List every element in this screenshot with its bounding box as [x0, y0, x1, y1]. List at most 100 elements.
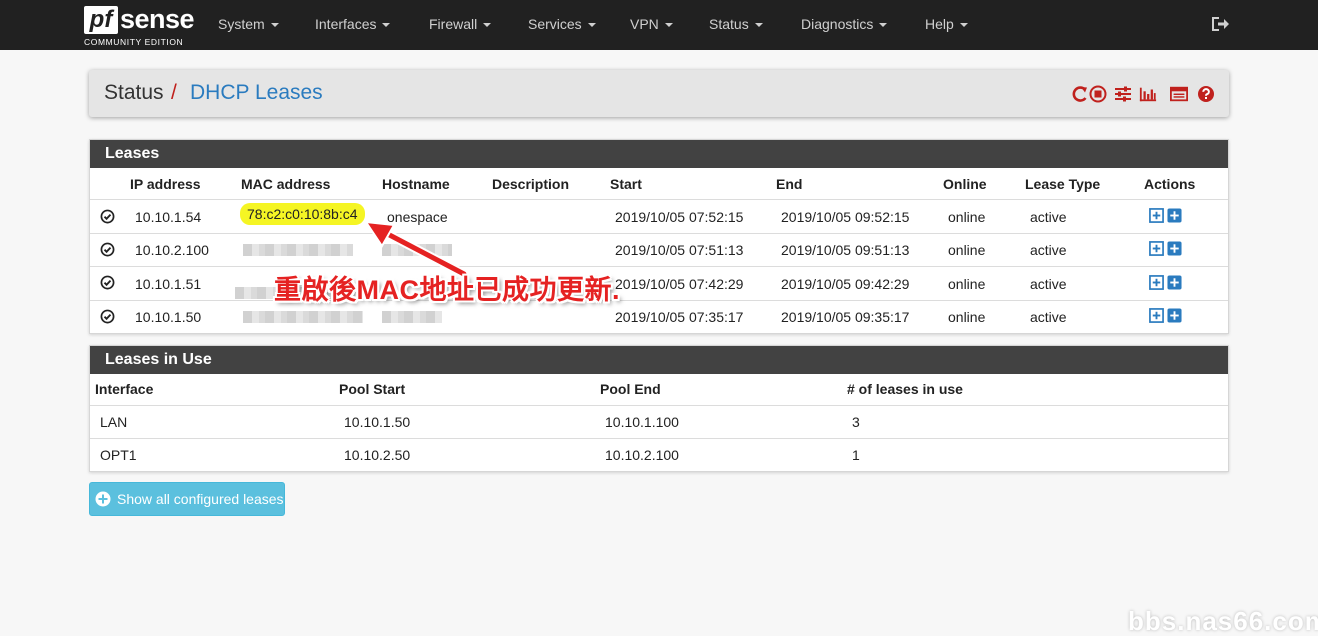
col-interface[interactable]: Interface: [95, 381, 153, 397]
nav-menu-label: Diagnostics: [801, 16, 874, 32]
check-circle-icon: [100, 209, 115, 224]
logout-icon[interactable]: [1210, 14, 1230, 34]
nav-menu-label: Help: [925, 16, 954, 32]
lease-ip: 10.10.2.100: [135, 242, 209, 258]
add-static-mapping-icon[interactable]: [1149, 275, 1164, 290]
blurred-mac: [243, 244, 353, 256]
nav-menu-diagnostics[interactable]: Diagnostics: [801, 0, 888, 50]
nav-menu-status[interactable]: Status: [709, 0, 763, 50]
col-hostname[interactable]: Hostname: [382, 176, 450, 192]
check-circle-icon: [100, 242, 115, 257]
lease-type: active: [1030, 242, 1067, 258]
nav-menu-label: Services: [528, 16, 582, 32]
col-ip-address[interactable]: IP address: [130, 176, 201, 192]
col-pool-start[interactable]: Pool Start: [339, 381, 405, 397]
breadcrumb-parent[interactable]: Status: [104, 81, 164, 105]
plus-circle-icon: [95, 491, 111, 507]
add-static-mapping-icon[interactable]: [1149, 241, 1164, 256]
mac-highlight: 78:c2:c0:10:8b:c4: [240, 203, 365, 225]
check-circle-icon: [100, 309, 115, 324]
pool-start: 10.10.1.50: [344, 414, 411, 430]
pool-lease-count: 3: [852, 414, 860, 430]
breadcrumb-bar: Status / DHCP Leases: [89, 70, 1229, 117]
logo-edition-text: COMMUNITY EDITION: [84, 37, 184, 47]
annotation-text: 重啟後MAC地址已成功更新.: [274, 275, 620, 305]
lease-online: online: [948, 242, 986, 258]
col-pool-end[interactable]: Pool End: [600, 381, 661, 397]
lease-end: 2019/10/05 09:52:15: [781, 209, 910, 225]
pool-interface: LAN: [100, 414, 128, 430]
lease-end: 2019/10/05 09:35:17: [781, 309, 910, 325]
col-mac-address[interactable]: MAC address: [241, 176, 330, 192]
list-log-icon[interactable]: [1170, 85, 1188, 103]
col-end[interactable]: End: [776, 176, 802, 192]
leases-table-header: IP address MAC address Hostname Descript…: [90, 168, 1228, 200]
nav-menu-label: Interfaces: [315, 16, 377, 32]
stop-icon[interactable]: [1089, 85, 1107, 103]
lease-type: active: [1030, 309, 1067, 325]
caret-down-icon: [879, 23, 888, 28]
leases-in-use-title: Leases in Use: [90, 346, 1228, 374]
caret-down-icon: [664, 23, 673, 28]
add-wol-mapping-icon[interactable]: [1167, 241, 1182, 256]
settings-sliders-icon[interactable]: [1114, 85, 1132, 103]
table-row: 10.10.1.51 2019/10/05 07:42:29 2019/10/0…: [90, 267, 1228, 301]
show-all-leases-button[interactable]: Show all configured leases: [89, 482, 285, 516]
lease-mac: 78:c2:c0:10:8b:c4: [240, 203, 365, 225]
nav-menu-system[interactable]: System: [218, 0, 279, 50]
lease-ip: 10.10.1.50: [135, 309, 202, 325]
nav-menu-vpn[interactable]: VPN: [630, 0, 673, 50]
lease-start: 2019/10/05 07:42:29: [615, 276, 744, 292]
add-wol-mapping-icon[interactable]: [1167, 208, 1182, 223]
lease-ip: 10.10.1.51: [135, 276, 202, 292]
breadcrumb-current[interactable]: DHCP Leases: [190, 81, 323, 105]
nav-menu-firewall[interactable]: Firewall: [429, 0, 492, 50]
lease-end: 2019/10/05 09:42:29: [781, 276, 910, 292]
show-all-leases-label: Show all configured leases: [117, 491, 284, 507]
leases-in-use-header: Interface Pool Start Pool End # of lease…: [90, 374, 1228, 406]
table-row: OPT1 10.10.2.50 10.10.2.100 1: [90, 439, 1228, 472]
pool-start: 10.10.2.50: [344, 447, 411, 463]
add-static-mapping-icon[interactable]: [1149, 208, 1164, 223]
add-static-mapping-icon[interactable]: [1149, 308, 1164, 323]
col-actions[interactable]: Actions: [1144, 176, 1195, 192]
leases-panel: Leases IP address MAC address Hostname D…: [89, 139, 1229, 334]
add-wol-mapping-icon[interactable]: [1167, 308, 1182, 323]
logo-sense-text: sense: [120, 4, 195, 34]
col-online[interactable]: Online: [943, 176, 987, 192]
nav-menu-services[interactable]: Services: [528, 0, 596, 50]
lease-end: 2019/10/05 09:51:13: [781, 242, 910, 258]
nav-menu-interfaces[interactable]: Interfaces: [315, 0, 391, 50]
lease-type: active: [1030, 209, 1067, 225]
col-lease-type[interactable]: Lease Type: [1025, 176, 1100, 192]
check-circle-icon: [100, 275, 115, 290]
nav-menu-label: Status: [709, 16, 749, 32]
lease-online: online: [948, 209, 986, 225]
pool-lease-count: 1: [852, 447, 860, 463]
pool-end: 10.10.1.100: [605, 414, 679, 430]
table-row: LAN 10.10.1.50 10.10.1.100 3: [90, 406, 1228, 439]
col-description[interactable]: Description: [492, 176, 569, 192]
lease-type: active: [1030, 276, 1067, 292]
nav-menu-label: VPN: [630, 16, 659, 32]
nav-menu-label: System: [218, 16, 265, 32]
nav-menu-label: Firewall: [429, 16, 478, 32]
col-start[interactable]: Start: [610, 176, 642, 192]
bar-chart-icon[interactable]: [1139, 85, 1157, 103]
help-icon[interactable]: [1197, 85, 1215, 103]
lease-start: 2019/10/05 07:52:15: [615, 209, 744, 225]
breadcrumb-separator: /: [171, 81, 177, 104]
pool-interface: OPT1: [100, 447, 137, 463]
lease-online: online: [948, 309, 986, 325]
add-wol-mapping-icon[interactable]: [1167, 275, 1182, 290]
caret-down-icon: [959, 23, 968, 28]
reload-icon[interactable]: [1071, 85, 1089, 103]
logo-pf-mark: pf: [84, 6, 118, 34]
caret-down-icon: [270, 23, 279, 28]
col-leases-in-use[interactable]: # of leases in use: [847, 381, 963, 397]
pfsense-logo[interactable]: pf sense COMMUNITY EDITION: [84, 4, 195, 47]
watermark-text: bbs.nas66.com: [1128, 606, 1318, 636]
table-row: 10.10.2.100 2019/10/05 07:51:13 2019/10/…: [90, 234, 1228, 267]
table-row: 10.10.1.54 78:c2:c0:10:8b:c4 onespace 20…: [90, 200, 1228, 234]
nav-menu-help[interactable]: Help: [925, 0, 968, 50]
